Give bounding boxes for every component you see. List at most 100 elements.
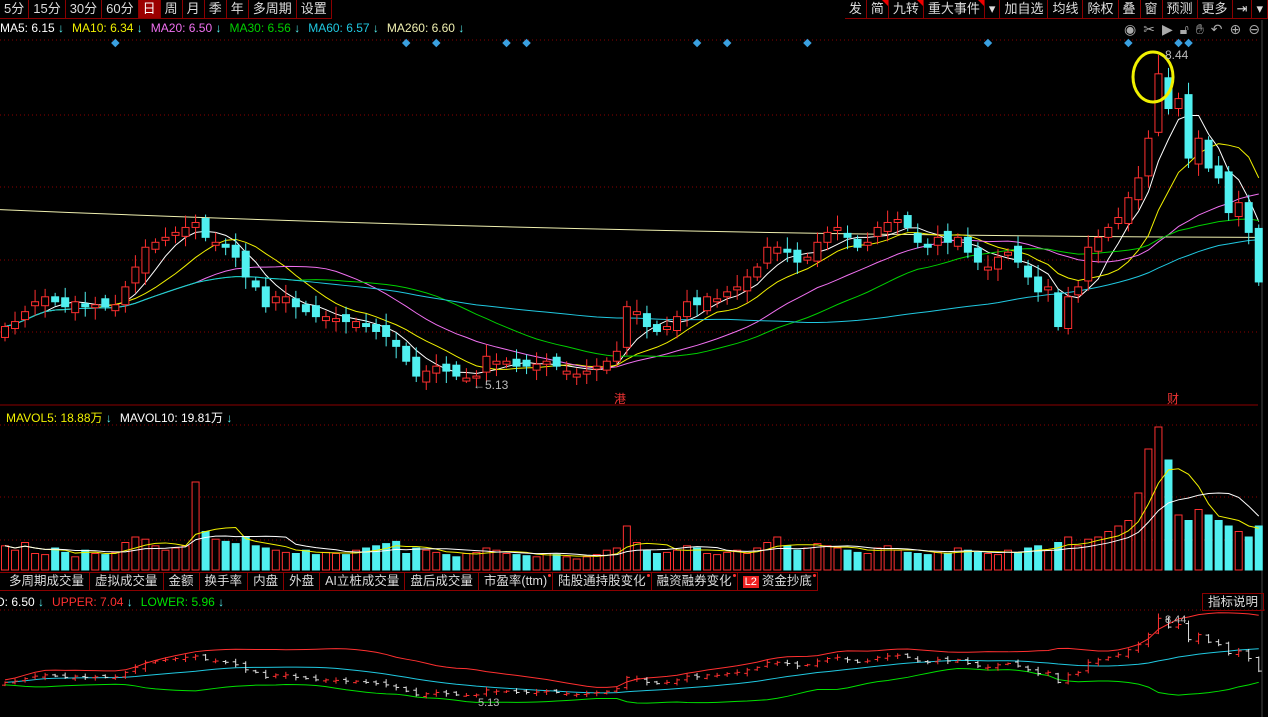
toolbar-button-1[interactable]: 简 <box>867 0 889 18</box>
scissors-icon[interactable]: ✂ <box>1143 21 1155 38</box>
zoom-out-icon[interactable]: ⊖ <box>1248 21 1260 38</box>
chart-canvas[interactable] <box>0 0 1268 717</box>
candle-up <box>1114 217 1123 224</box>
volume-bar <box>1074 545 1083 571</box>
indicator-tab-3[interactable]: 换手率 <box>200 573 249 590</box>
candle-down <box>1014 245 1023 263</box>
volume-bar <box>983 553 992 571</box>
boll-high-label: 8.44 <box>1165 614 1187 626</box>
period-tab-9[interactable]: 多周期 <box>249 0 297 18</box>
candle-down <box>793 249 802 263</box>
indicator-tab-4[interactable]: 内盘 <box>248 573 285 590</box>
event-diamond-icon <box>522 38 531 48</box>
indicator-tab-0[interactable]: 多周期成交量 <box>4 573 91 590</box>
indicator-tab-1[interactable]: 虚拟成交量 <box>90 573 164 590</box>
toolbar-button-2[interactable]: 九转 <box>889 0 924 18</box>
period-tab-5[interactable]: 周 <box>161 0 183 18</box>
candle-up <box>733 286 742 291</box>
candle-up <box>743 276 752 292</box>
candle-up <box>1124 197 1133 224</box>
ma-item: MA20: 6.50 ↓ <box>151 21 222 35</box>
toolbar-button-6[interactable]: 均线 <box>1048 0 1084 18</box>
lock-icon[interactable]: 🔓︎ <box>1180 21 1189 38</box>
volume-bar <box>913 553 922 571</box>
volume-bar <box>61 551 70 571</box>
down-arrow-icon: ↓ <box>372 21 379 35</box>
low-value: 5.13 <box>485 378 509 392</box>
candle-down <box>853 238 862 248</box>
period-tab-3[interactable]: 60分 <box>102 0 139 18</box>
indicator-tab-2[interactable]: 金额 <box>164 573 200 590</box>
candle-up <box>662 326 671 331</box>
volume-bar <box>703 553 712 571</box>
candle-down <box>1034 276 1043 293</box>
indicator-explain-button[interactable]: 指标说明 <box>1201 593 1264 611</box>
indicator-tab-5[interactable]: 外盘 <box>284 573 321 590</box>
volume-bar <box>843 549 852 571</box>
indicator-tab-11[interactable]: L2 资金抄底 <box>738 573 818 590</box>
volume-bar <box>442 554 451 571</box>
zoom-in-icon[interactable]: ⊕ <box>1230 21 1242 38</box>
candle-up <box>271 296 280 304</box>
indicator-tab-6[interactable]: AI立桩成交量 <box>320 573 406 590</box>
toolbar-button-8[interactable]: 叠 <box>1119 0 1141 18</box>
candle-up <box>492 360 501 365</box>
toolbar-button-3[interactable]: 重大事件 <box>924 0 985 18</box>
volume-bar <box>131 536 140 571</box>
period-tab-4[interactable]: 日 <box>138 0 161 18</box>
indicator-tab-9[interactable]: 陆股通持股变化 <box>553 573 652 590</box>
tab-label: 内盘 <box>253 574 279 588</box>
volume-bar <box>342 554 351 571</box>
candle-up <box>1004 251 1012 256</box>
toolbar-button-0[interactable]: 发 <box>845 0 867 18</box>
period-tab-6[interactable]: 月 <box>183 0 205 18</box>
volume-bar <box>532 556 541 571</box>
tab-label: 外盘 <box>289 574 315 588</box>
period-tab-8[interactable]: 年 <box>227 0 249 18</box>
finance-event-marker[interactable]: 财 <box>1167 390 1179 407</box>
volume-bar <box>1084 538 1093 571</box>
volume-bar <box>412 547 421 571</box>
candle-up <box>141 246 150 274</box>
period-tab-2[interactable]: 30分 <box>66 0 103 18</box>
candle-up <box>1174 98 1183 110</box>
candle-down <box>241 250 250 278</box>
candle-up <box>121 286 130 306</box>
toolbar-button-9[interactable]: 窗 <box>1141 0 1163 18</box>
toolbar-button-4[interactable]: ▾ <box>985 0 1001 18</box>
toolbar-button-7[interactable]: 除权 <box>1083 0 1119 18</box>
volume-bar <box>291 553 300 571</box>
period-tab-1[interactable]: 15分 <box>29 0 66 18</box>
candle-up <box>1074 286 1083 296</box>
toolbar-button-12[interactable]: ⇥ <box>1233 0 1253 18</box>
ma10-line <box>4 143 1260 370</box>
candle-up <box>983 266 992 271</box>
volume-bar <box>271 549 280 571</box>
period-tab-7[interactable]: 季 <box>205 0 227 18</box>
indicator-tab-10[interactable]: 融资融券变化 <box>652 573 738 590</box>
eye-icon[interactable]: ◉ <box>1124 21 1136 38</box>
undo-icon[interactable]: ↶ <box>1211 21 1223 38</box>
toolbar-button-11[interactable]: 更多 <box>1198 0 1233 18</box>
indicator-tab-8[interactable]: 市盈率(ttm) <box>479 573 554 590</box>
play-icon[interactable]: ▶ <box>1162 21 1173 38</box>
candle-down <box>1054 292 1063 328</box>
candle-up <box>151 241 160 250</box>
volume-bar <box>472 551 481 571</box>
candle-up <box>1 326 9 338</box>
hand-icon[interactable]: ✋︎ <box>1196 21 1204 38</box>
period-tab-0[interactable]: 5分 <box>0 0 30 18</box>
toolbar-button-13[interactable]: ▾ <box>1252 0 1268 18</box>
volume-bar <box>1214 520 1223 571</box>
toolbar-button-5[interactable]: 加自选 <box>1000 0 1049 18</box>
volume-bar <box>783 545 792 571</box>
candle-down <box>452 364 461 377</box>
volume-bar <box>101 554 110 571</box>
candle-up <box>41 296 50 307</box>
period-tab-10[interactable]: 设置 <box>297 0 332 18</box>
toolbar-button-10[interactable]: 预测 <box>1163 0 1198 18</box>
ma-item: MA60: 6.57 ↓ <box>308 21 379 35</box>
high-price-label: 8.44 <box>1165 48 1189 62</box>
hk-event-marker[interactable]: 港 <box>614 390 626 407</box>
indicator-tab-7[interactable]: 盘后成交量 <box>405 573 479 590</box>
